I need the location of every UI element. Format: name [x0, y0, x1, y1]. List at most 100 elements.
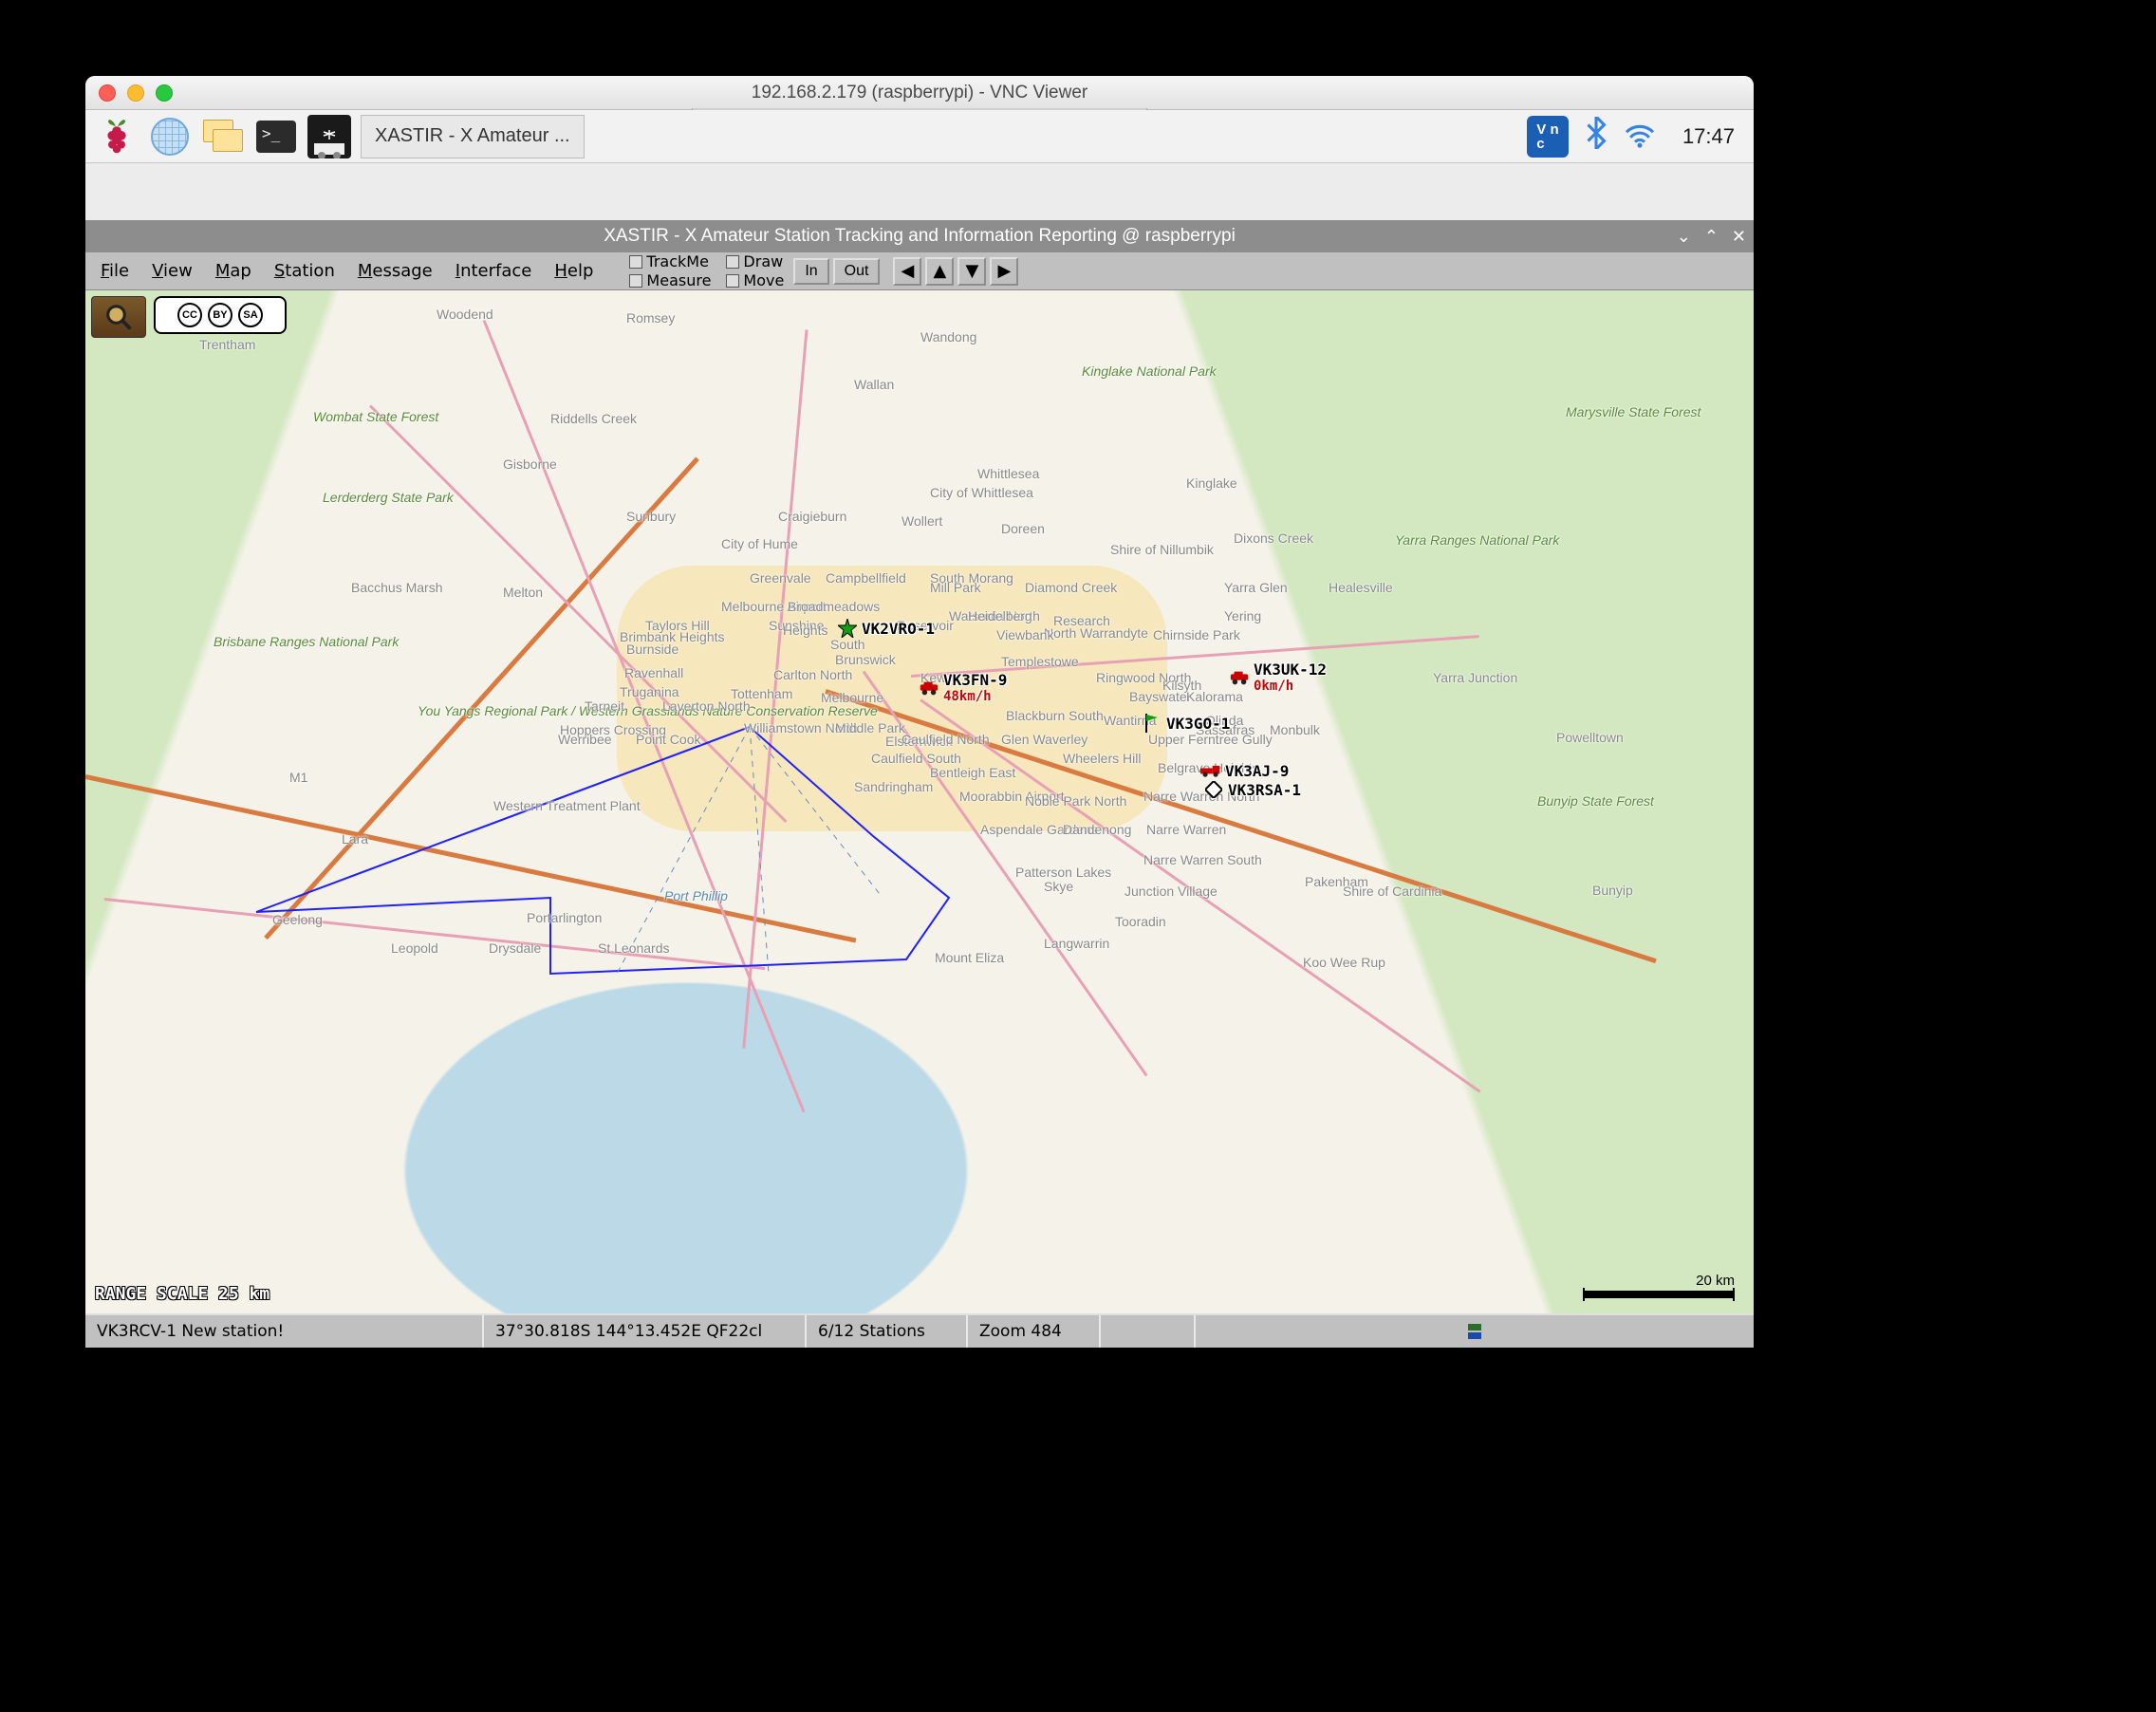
cc-license-badge[interactable]: CC BY SA — [154, 296, 287, 334]
station-vk3uk-12[interactable]: VK3UK-120km/h — [1229, 661, 1327, 694]
place-label: Brisbane Ranges National Park — [214, 634, 399, 649]
pan-down-button[interactable]: ▼ — [957, 257, 986, 286]
place-label: Shire of Nillumbik — [1110, 542, 1214, 557]
minimize-button[interactable] — [127, 84, 144, 102]
place-label: Monbulk — [1270, 722, 1320, 737]
menu-message[interactable]: Message — [348, 257, 442, 285]
place-label: Greenvale — [750, 570, 811, 586]
station-vk3aj-9[interactable]: VK3AJ-9 — [1200, 760, 1289, 781]
place-label: Elsternwick — [885, 734, 953, 749]
place-label: Heights — [783, 623, 827, 638]
place-label: Langwarrin — [1044, 936, 1109, 951]
maximize-icon[interactable]: ⌃ — [1704, 227, 1719, 247]
place-label: Ringwood North — [1096, 670, 1191, 685]
pan-left-button[interactable]: ◀ — [893, 257, 921, 286]
place-label: Portarlington — [527, 910, 602, 925]
taskbar-app-button[interactable]: XASTIR - X Amateur ... — [361, 115, 585, 158]
maximize-button[interactable] — [156, 84, 173, 102]
station-vk3rsa-1[interactable]: VK3RSA-1 — [1203, 779, 1301, 800]
place-label: Geelong — [272, 912, 323, 927]
toggle-measure[interactable]: Measure — [629, 271, 711, 289]
xastir-titlebar[interactable]: XASTIR - X Amateur Station Tracking and … — [85, 220, 1754, 252]
place-label: Skye — [1044, 879, 1073, 894]
station-speed: 48km/h — [943, 689, 1007, 704]
menu-interface[interactable]: Interface — [446, 257, 542, 285]
station-vk3go-1[interactable]: VK3GO-1 — [1142, 713, 1230, 734]
menu-help[interactable]: Help — [545, 257, 603, 285]
pan-right-button[interactable]: ▶ — [990, 257, 1018, 286]
place-label: Kinglake — [1186, 475, 1237, 491]
place-label: St Leonards — [598, 940, 670, 956]
place-label: Bayswater — [1129, 689, 1191, 704]
map-overlay: CC BY SA WoodendRomseyWandongTrenthamWom… — [85, 290, 1754, 1313]
place-label: Viewbank — [996, 627, 1053, 642]
menu-station[interactable]: Station — [265, 257, 344, 285]
menu-view[interactable]: View — [142, 257, 202, 285]
place-label: Shire of Cardinia — [1343, 884, 1441, 899]
wifi-icon[interactable] — [1624, 121, 1656, 151]
map-canvas[interactable]: CC BY SA WoodendRomseyWandongTrenthamWom… — [85, 290, 1754, 1313]
place-label: Powelltown — [1556, 730, 1624, 745]
place-label: Leopold — [391, 940, 438, 956]
station-vk2vro-1[interactable]: VK2VRO-1 — [837, 618, 935, 639]
file-manager-icon[interactable] — [201, 115, 245, 158]
place-label: Moorabbin Airport — [959, 789, 1065, 804]
raspberry-menu-icon[interactable] — [95, 115, 139, 158]
place-label: Sunbury — [626, 509, 676, 524]
place-label: Port Phillip — [664, 888, 728, 903]
place-label: Woodend — [437, 307, 493, 322]
minimize-icon[interactable]: ⌄ — [1677, 227, 1691, 247]
toggle-trackme[interactable]: TrackMe — [629, 252, 711, 270]
place-label: Pakenham — [1305, 874, 1368, 889]
range-scale-label: RANGE SCALE 25 km — [95, 1284, 270, 1304]
pan-up-button[interactable]: ▲ — [925, 257, 954, 286]
station-vk3fn-9[interactable]: VK3FN-948km/h — [919, 671, 1007, 704]
station-symbol-icon — [919, 678, 939, 698]
menu-map[interactable]: Map — [206, 257, 261, 285]
place-label: Patterson Lakes — [1015, 865, 1111, 880]
place-label: North Warrandyte — [1044, 625, 1148, 641]
place-label: Riddells Creek — [550, 411, 637, 426]
place-label: Carlton North — [773, 667, 852, 682]
zoom-out-button[interactable]: Out — [833, 258, 881, 285]
close-icon[interactable]: ✕ — [1732, 227, 1746, 247]
station-callsign: VK2VRO-1 — [862, 620, 935, 638]
menu-file[interactable]: File — [91, 257, 139, 285]
xastir-title: XASTIR - X Amateur Station Tracking and … — [604, 226, 1236, 247]
place-label: Tooradin — [1115, 914, 1166, 929]
place-label: Narre Warren — [1146, 822, 1226, 837]
xastir-app-icon[interactable] — [307, 115, 351, 158]
browser-icon[interactable] — [148, 115, 192, 158]
zoom-in-button[interactable]: In — [793, 258, 828, 285]
place-label: Craigieburn — [778, 509, 846, 524]
status-message: VK3RCV-1 New station! — [85, 1315, 484, 1348]
place-label: Laverton North — [662, 698, 751, 714]
close-button[interactable] — [99, 84, 116, 102]
place-label: Sunshine — [769, 618, 824, 633]
toggle-draw[interactable]: Draw — [726, 252, 784, 270]
toggle-move[interactable]: Move — [726, 271, 784, 289]
place-label: Trentham — [199, 337, 255, 352]
window-controls — [99, 84, 173, 102]
place-label: Wheelers Hill — [1063, 751, 1141, 766]
place-label: Lara — [342, 831, 368, 847]
station-callsign: VK3FN-9 — [943, 671, 1007, 689]
place-label: Hoppers Crossing — [560, 722, 666, 737]
bluetooth-icon[interactable] — [1586, 117, 1607, 157]
place-label: Dixons Creek — [1234, 530, 1313, 546]
place-label: Templestowe — [1001, 654, 1079, 669]
clock[interactable]: 17:47 — [1673, 124, 1744, 149]
magnifier-icon[interactable] — [91, 296, 146, 338]
station-symbol-icon — [1142, 713, 1162, 734]
scale-bar: 20 km — [1583, 1273, 1735, 1298]
place-label: Heidelberg — [968, 608, 1032, 623]
mac-titlebar[interactable]: 192.168.2.179 (raspberrypi) - VNC Viewer — [85, 76, 1754, 110]
place-label: Bunyip — [1592, 883, 1633, 898]
place-label: Romsey — [626, 310, 675, 326]
place-label: Wombat State Forest — [313, 409, 438, 424]
place-label: Mill Park — [930, 580, 981, 595]
vnc-server-icon[interactable]: V nc — [1527, 116, 1569, 158]
place-label: Tarneit — [585, 698, 624, 714]
place-label: Junction Village — [1124, 884, 1217, 899]
terminal-icon[interactable] — [254, 115, 298, 158]
